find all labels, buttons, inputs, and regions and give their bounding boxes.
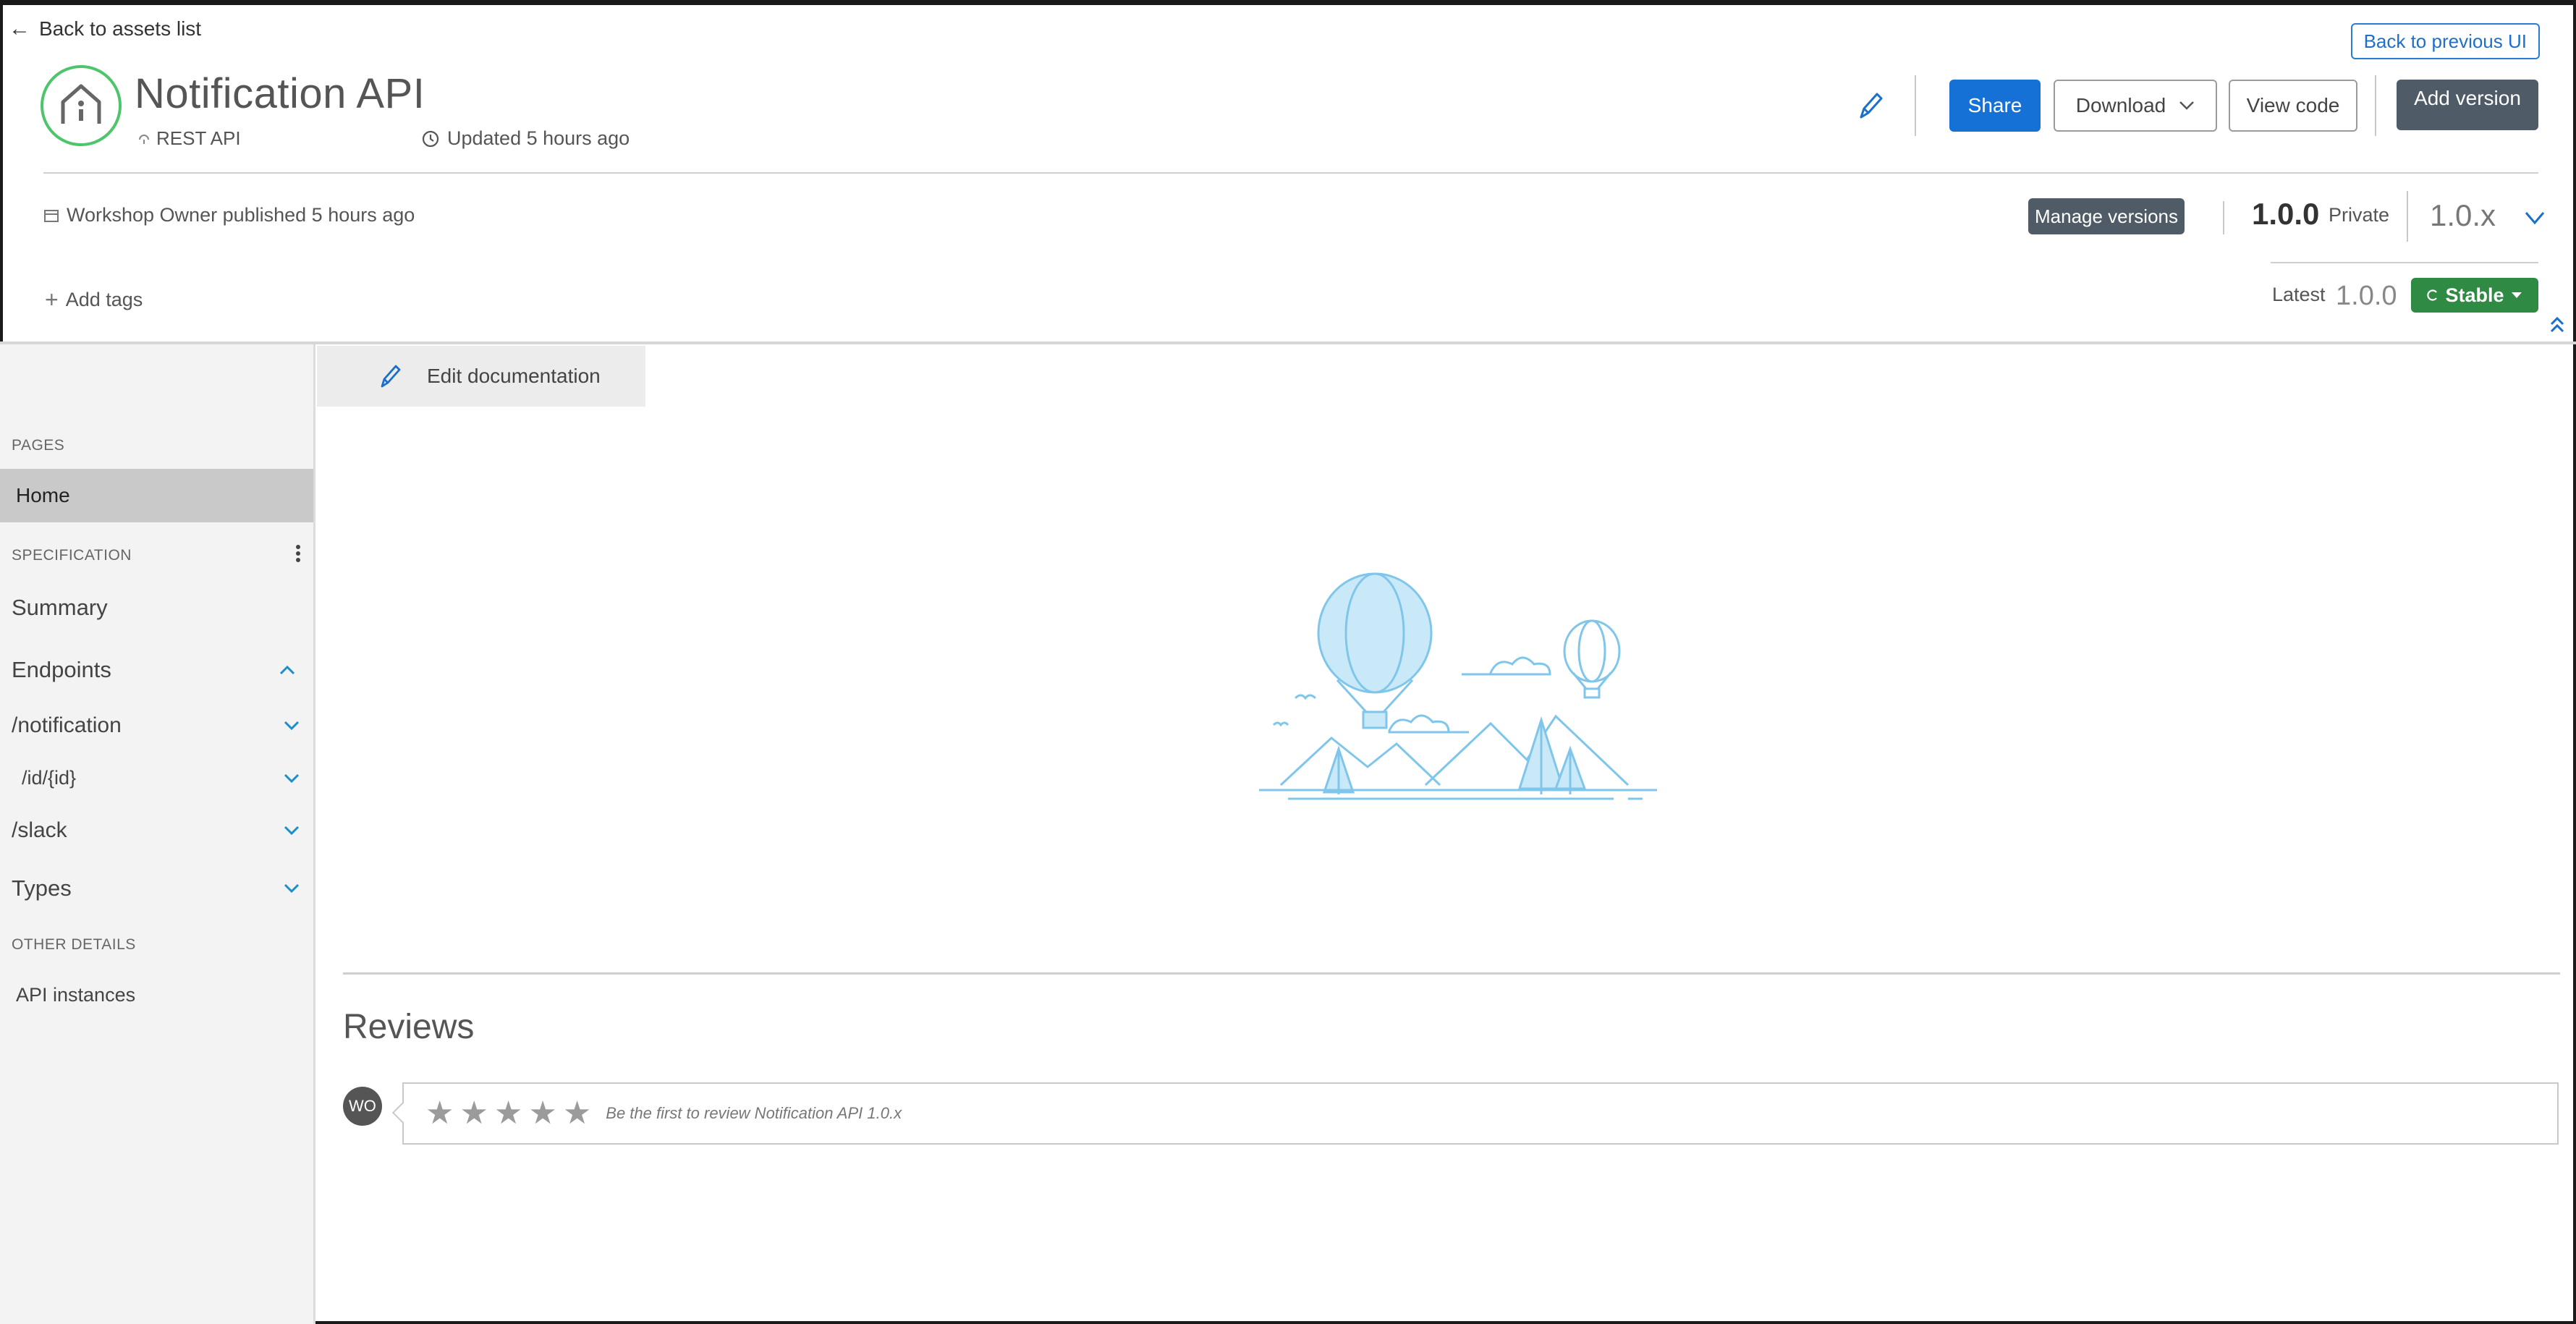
- share-button[interactable]: Share: [1949, 80, 2041, 132]
- sidebar-item-label: /notification: [12, 713, 122, 737]
- star-icon[interactable]: ★: [494, 1098, 522, 1129]
- calendar-icon: [44, 209, 59, 222]
- star-icon[interactable]: ★: [459, 1098, 488, 1129]
- version-number: 1.0.0: [2252, 197, 2320, 231]
- add-version-button[interactable]: Add version: [2397, 80, 2538, 130]
- published-label: Workshop Owner published 5 hours ago: [67, 204, 415, 226]
- asset-type-label: REST API: [156, 127, 241, 149]
- back-to-previous-ui-button[interactable]: Back to previous UI: [2350, 23, 2540, 59]
- published-info: Workshop Owner published 5 hours ago: [43, 204, 415, 226]
- clock-icon: [422, 130, 439, 147]
- sidebar-item-label: /slack: [12, 818, 67, 842]
- toolbar-divider: [1915, 75, 1916, 136]
- api-type-icon: [139, 134, 149, 144]
- latest-version: 1.0.0: [2336, 281, 2397, 311]
- download-label: Download: [2075, 94, 2166, 116]
- more-options-icon[interactable]: [291, 543, 305, 564]
- sidebar: PAGES Home SPECIFICATION Summary Endpoin…: [0, 344, 315, 1324]
- add-tags-label: Add tags: [65, 289, 143, 310]
- review-input[interactable]: ★ ★ ★ ★ ★ Be the first to review Notific…: [402, 1082, 2559, 1145]
- sidebar-item-api-instances[interactable]: API instances: [16, 984, 305, 1006]
- sidebar-item-endpoints[interactable]: Endpoints: [12, 657, 301, 683]
- lifecycle-icon: [2427, 289, 2438, 301]
- pencil-icon: [381, 365, 401, 388]
- chevron-down-icon[interactable]: [282, 882, 301, 895]
- sidebar-item-label: Endpoints: [12, 657, 111, 682]
- sidebar-item-home[interactable]: Home: [0, 469, 313, 522]
- double-chevron-up-icon[interactable]: [2549, 315, 2566, 336]
- sidebar-item-summary[interactable]: Summary: [12, 595, 301, 621]
- sidebar-item-id[interactable]: /id/{id}: [22, 767, 301, 789]
- asset-logo: [41, 65, 122, 146]
- lifecycle-state-label: Stable: [2445, 284, 2504, 306]
- version-divider: [2407, 191, 2408, 242]
- manage-versions-button[interactable]: Manage versions: [2028, 198, 2185, 234]
- header-divider: [43, 172, 2538, 174]
- download-button[interactable]: Download: [2054, 80, 2217, 132]
- updated-label: Updated 5 hours ago: [447, 127, 630, 149]
- reviews-divider: [343, 972, 2560, 975]
- chevron-up-icon[interactable]: [278, 663, 297, 676]
- avatar: WO: [343, 1087, 382, 1126]
- add-tags-button[interactable]: + Add tags: [45, 287, 143, 313]
- sidebar-item-slack[interactable]: /slack: [12, 818, 301, 843]
- sidebar-item-label: Summary: [12, 595, 108, 620]
- other-details-heading: OTHER DETAILS: [12, 936, 136, 953]
- visibility-label: Private: [2329, 204, 2390, 226]
- star-icon[interactable]: ★: [425, 1098, 454, 1129]
- sidebar-item-notification[interactable]: /notification: [12, 713, 301, 738]
- chevron-down-icon[interactable]: [282, 772, 301, 785]
- rating-stars[interactable]: ★ ★ ★ ★ ★: [425, 1098, 591, 1129]
- lifecycle-state-button[interactable]: Stable: [2411, 278, 2538, 313]
- chevron-down-icon[interactable]: [282, 824, 301, 837]
- star-icon[interactable]: ★: [563, 1098, 591, 1129]
- arrow-left-icon: ←: [9, 17, 30, 41]
- version-divider-line: [2271, 262, 2538, 263]
- toolbar-divider: [2375, 75, 2376, 136]
- view-code-button[interactable]: View code: [2229, 80, 2357, 132]
- version-group-selector[interactable]: 1.0.x: [2430, 198, 2496, 233]
- edit-pencil-icon[interactable]: [1855, 90, 1884, 123]
- latest-label: Latest: [2272, 284, 2326, 305]
- api-house-icon: [61, 84, 101, 124]
- empty-state-illustration: [1259, 572, 1657, 800]
- main-divider: [0, 341, 2576, 344]
- sidebar-item-label: Types: [12, 875, 72, 901]
- chevron-down-icon[interactable]: [282, 719, 301, 732]
- edit-documentation-button[interactable]: Edit documentation: [317, 346, 645, 407]
- version-divider: [2223, 201, 2224, 234]
- chevron-down-icon: [2179, 101, 2195, 110]
- sidebar-item-label: API instances: [16, 984, 136, 1006]
- edit-documentation-label: Edit documentation: [427, 365, 601, 387]
- chevron-down-icon[interactable]: [2524, 207, 2546, 229]
- sidebar-item-label: /id/{id}: [22, 767, 77, 789]
- sidebar-item-types[interactable]: Types: [12, 875, 301, 901]
- asset-type: REST API: [137, 127, 241, 150]
- pages-heading: PAGES: [12, 437, 65, 454]
- specification-heading: SPECIFICATION: [12, 547, 132, 564]
- back-to-assets-label: Back to assets list: [39, 17, 202, 40]
- review-prompt: Be the first to review Notification API …: [606, 1104, 902, 1122]
- back-to-assets-link[interactable]: ← Back to assets list: [9, 17, 201, 41]
- updated-timestamp: Updated 5 hours ago: [421, 127, 630, 150]
- star-icon[interactable]: ★: [528, 1098, 556, 1129]
- plus-icon: +: [45, 287, 59, 313]
- caret-down-icon: [2511, 292, 2522, 298]
- asset-title: Notification API: [135, 70, 425, 117]
- reviews-title: Reviews: [343, 1008, 475, 1046]
